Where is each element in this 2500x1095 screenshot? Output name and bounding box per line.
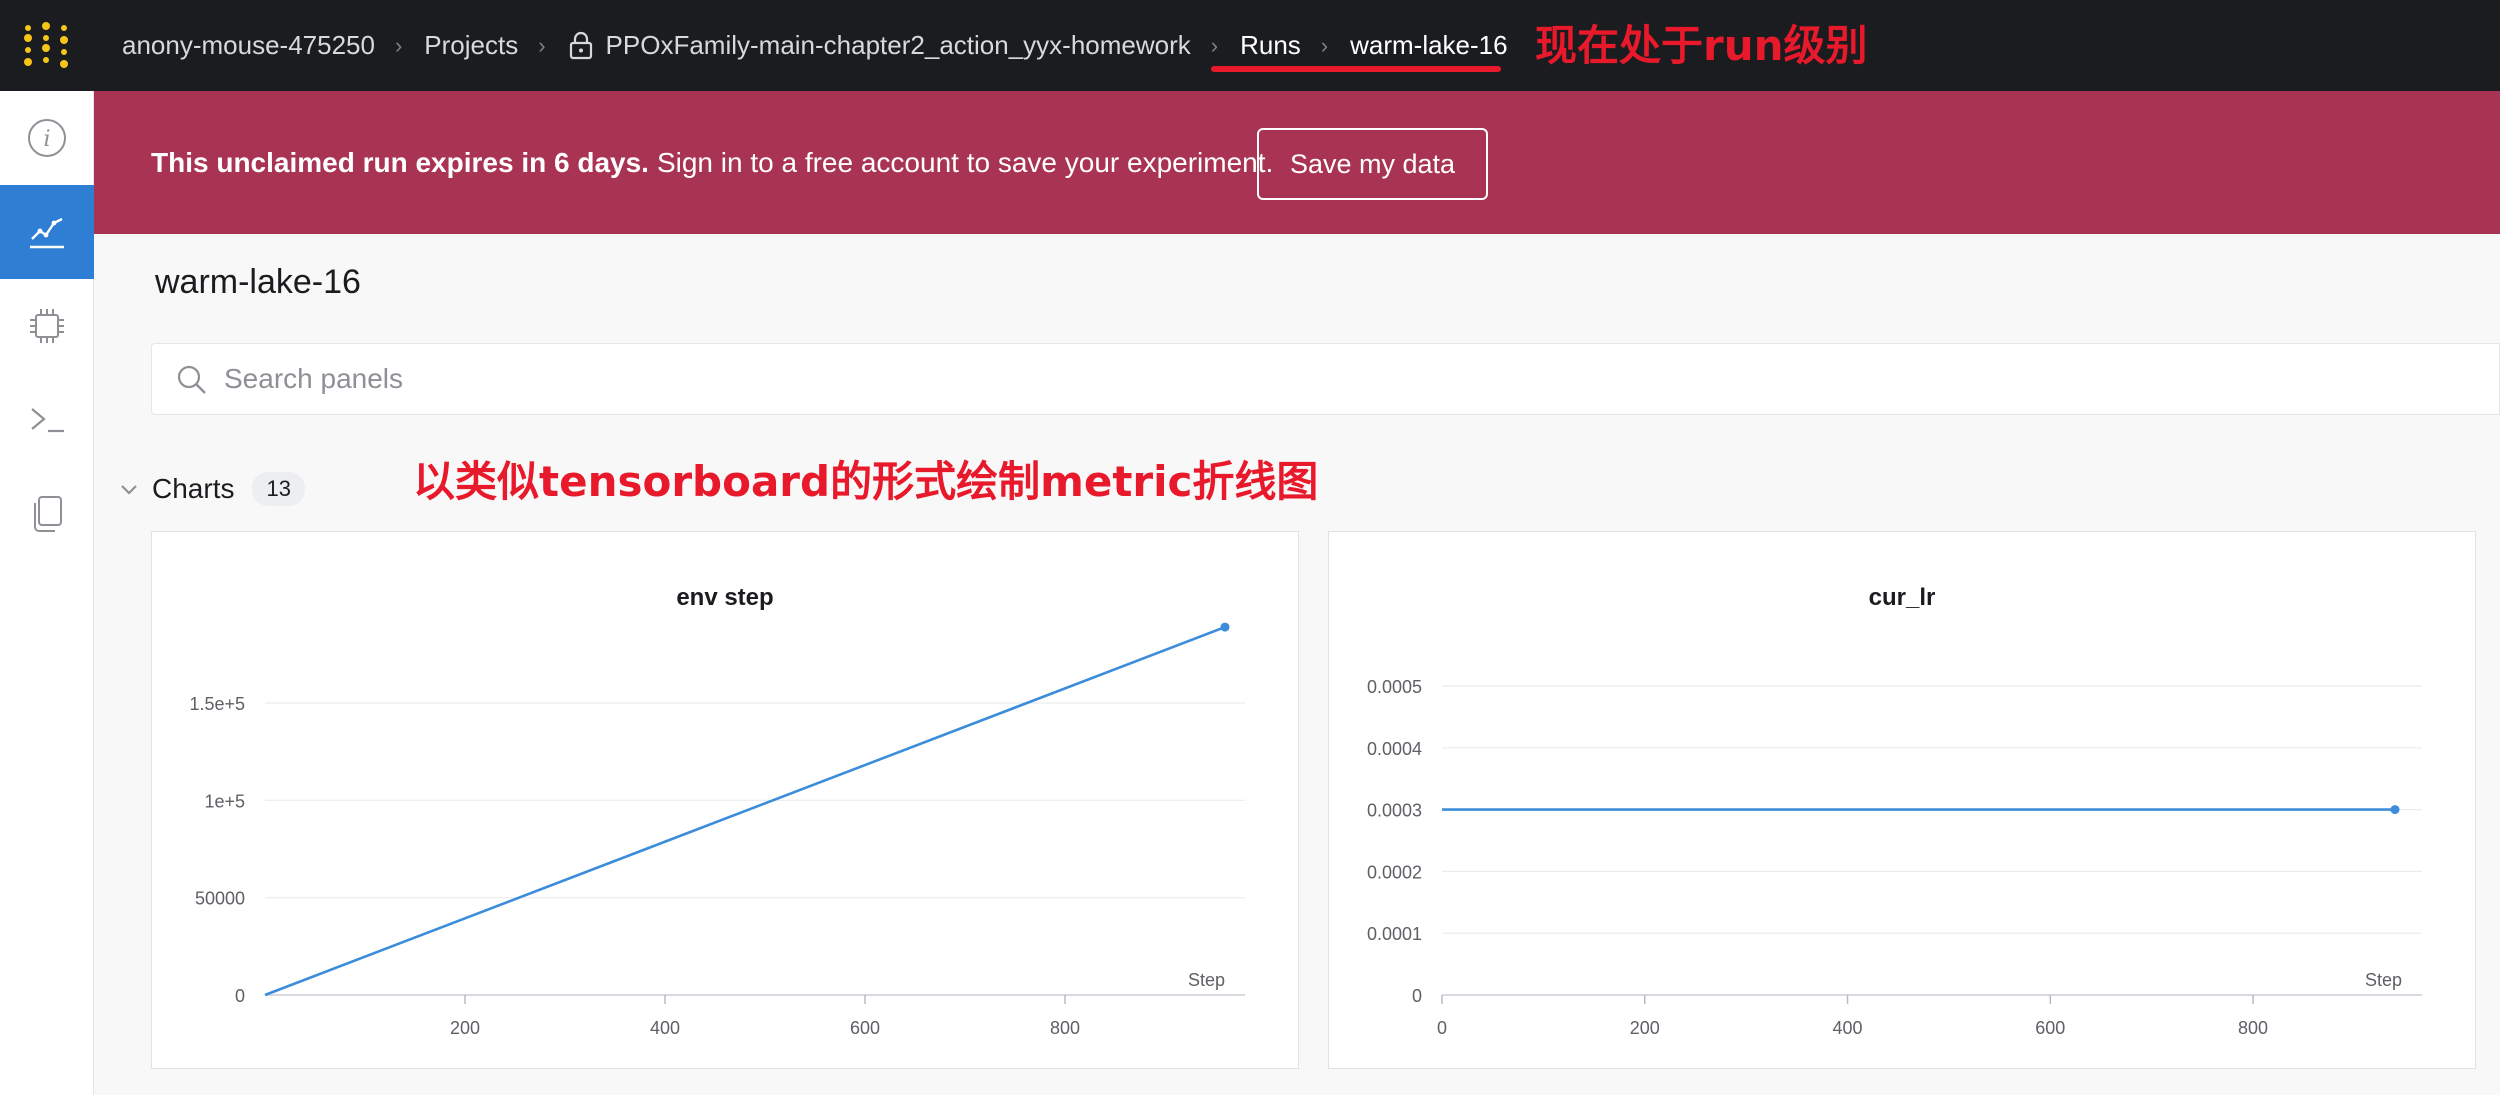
x-tick-label: 400	[1833, 1018, 1863, 1038]
series-end-point	[2390, 805, 2400, 815]
x-tick-label: 200	[450, 1018, 480, 1038]
breadcrumb-user[interactable]: anony-mouse-475250	[122, 30, 375, 61]
lock-icon	[569, 31, 592, 59]
x-tick-label: 200	[1630, 1018, 1660, 1038]
chevron-down-icon	[121, 485, 137, 495]
y-tick-label: 0.0004	[1367, 739, 1422, 759]
banner-text: Sign in to a free account to save your e…	[656, 146, 1274, 178]
y-tick-label: 0	[235, 986, 245, 1006]
breadcrumb-project-label: PPOxFamily-main-chapter2_action_yyx-home…	[605, 30, 1191, 60]
section-count-badge: 13	[252, 472, 305, 506]
x-tick-label: 800	[1050, 1018, 1080, 1038]
left-sidebar: i	[0, 91, 94, 1095]
y-tick-label: 0.0003	[1367, 801, 1422, 821]
breadcrumb-projects[interactable]: Projects	[424, 30, 518, 61]
sidebar-item-overview[interactable]: i	[0, 91, 94, 185]
annotation-underline	[1211, 66, 1501, 72]
sidebar-item-system[interactable]	[0, 279, 94, 373]
sidebar-item-files[interactable]	[0, 467, 94, 561]
banner-bold-text: This unclaimed run expires in 6 days.	[151, 146, 649, 178]
top-nav-bar: anony-mouse-475250 › Projects › PPOxFami…	[0, 0, 2500, 91]
unclaimed-run-banner: This unclaimed run expires in 6 days. Si…	[94, 91, 2500, 234]
chart-panel-env-step[interactable]: env step 0 50000 1e+5 1.5e+5 200 400 600 800 Ste…	[151, 531, 1299, 1069]
breadcrumb-runs[interactable]: Runs	[1240, 30, 1301, 61]
y-tick-label: 0	[1412, 986, 1422, 1006]
x-axis-label: Step	[1188, 970, 1225, 990]
chart-env-step: 0 50000 1e+5 1.5e+5 200 400 600 800 Step	[189, 622, 1245, 1038]
terminal-icon	[31, 408, 64, 433]
search-input[interactable]	[224, 344, 2424, 414]
wandb-logo-icon[interactable]	[22, 22, 70, 70]
y-tick-label: 1.5e+5	[189, 694, 245, 714]
svg-text:i: i	[43, 127, 50, 152]
breadcrumb-project[interactable]: PPOxFamily-main-chapter2_action_yyx-home…	[568, 30, 1191, 61]
annotation-run-level: 现在处于run级别	[1535, 21, 1868, 70]
breadcrumb-separator-icon: ›	[394, 32, 403, 58]
page-title: warm-lake-16	[155, 263, 361, 301]
y-tick-label: 0.0002	[1367, 862, 1422, 882]
y-tick-label: 1e+5	[204, 791, 245, 811]
section-label: Charts	[152, 473, 235, 504]
search-icon	[177, 365, 206, 394]
x-tick-label: 0	[1437, 1018, 1447, 1038]
line-chart-icon	[30, 217, 64, 249]
sidebar-item-logs[interactable]	[0, 373, 94, 467]
chart-panel-cur-lr[interactable]: cur_lr 0 0.0001 0.0002 0.0003 0.0004 0.0005 0 2…	[1328, 531, 2476, 1069]
search-bar	[151, 343, 2500, 415]
files-icon	[34, 496, 62, 532]
x-tick-label: 400	[650, 1018, 680, 1038]
breadcrumb-separator-icon: ›	[1210, 32, 1219, 58]
breadcrumb-separator-icon: ›	[1320, 32, 1329, 58]
breadcrumb: anony-mouse-475250 › Projects › PPOxFami…	[122, 0, 1508, 91]
sidebar-item-charts[interactable]	[0, 185, 94, 279]
series-end-point	[1220, 622, 1230, 632]
x-axis-label: Step	[2365, 970, 2402, 990]
breadcrumb-separator-icon: ›	[538, 32, 546, 58]
info-icon: i	[28, 119, 66, 157]
banner-message: This unclaimed run expires in 6 days. Si…	[151, 91, 1273, 234]
y-tick-label: 0.0005	[1367, 677, 1422, 697]
charts-section-header[interactable]: Charts 13	[118, 467, 305, 511]
y-tick-label: 0.0001	[1367, 924, 1422, 944]
chart-cur-lr: 0 0.0001 0.0002 0.0003 0.0004 0.0005 0 200 400 60…	[1367, 677, 2422, 1038]
y-tick-label: 50000	[195, 889, 245, 909]
x-tick-label: 800	[2238, 1018, 2268, 1038]
breadcrumb-run[interactable]: warm-lake-16	[1350, 30, 1508, 61]
x-tick-label: 600	[2035, 1018, 2065, 1038]
series-line	[264, 625, 1226, 997]
cpu-chip-icon	[30, 309, 64, 343]
save-my-data-button[interactable]: Save my data	[1257, 128, 1488, 200]
annotation-charts: 以类似tensorboard的形式绘制metric折线图	[413, 457, 1319, 506]
x-tick-label: 600	[850, 1018, 880, 1038]
